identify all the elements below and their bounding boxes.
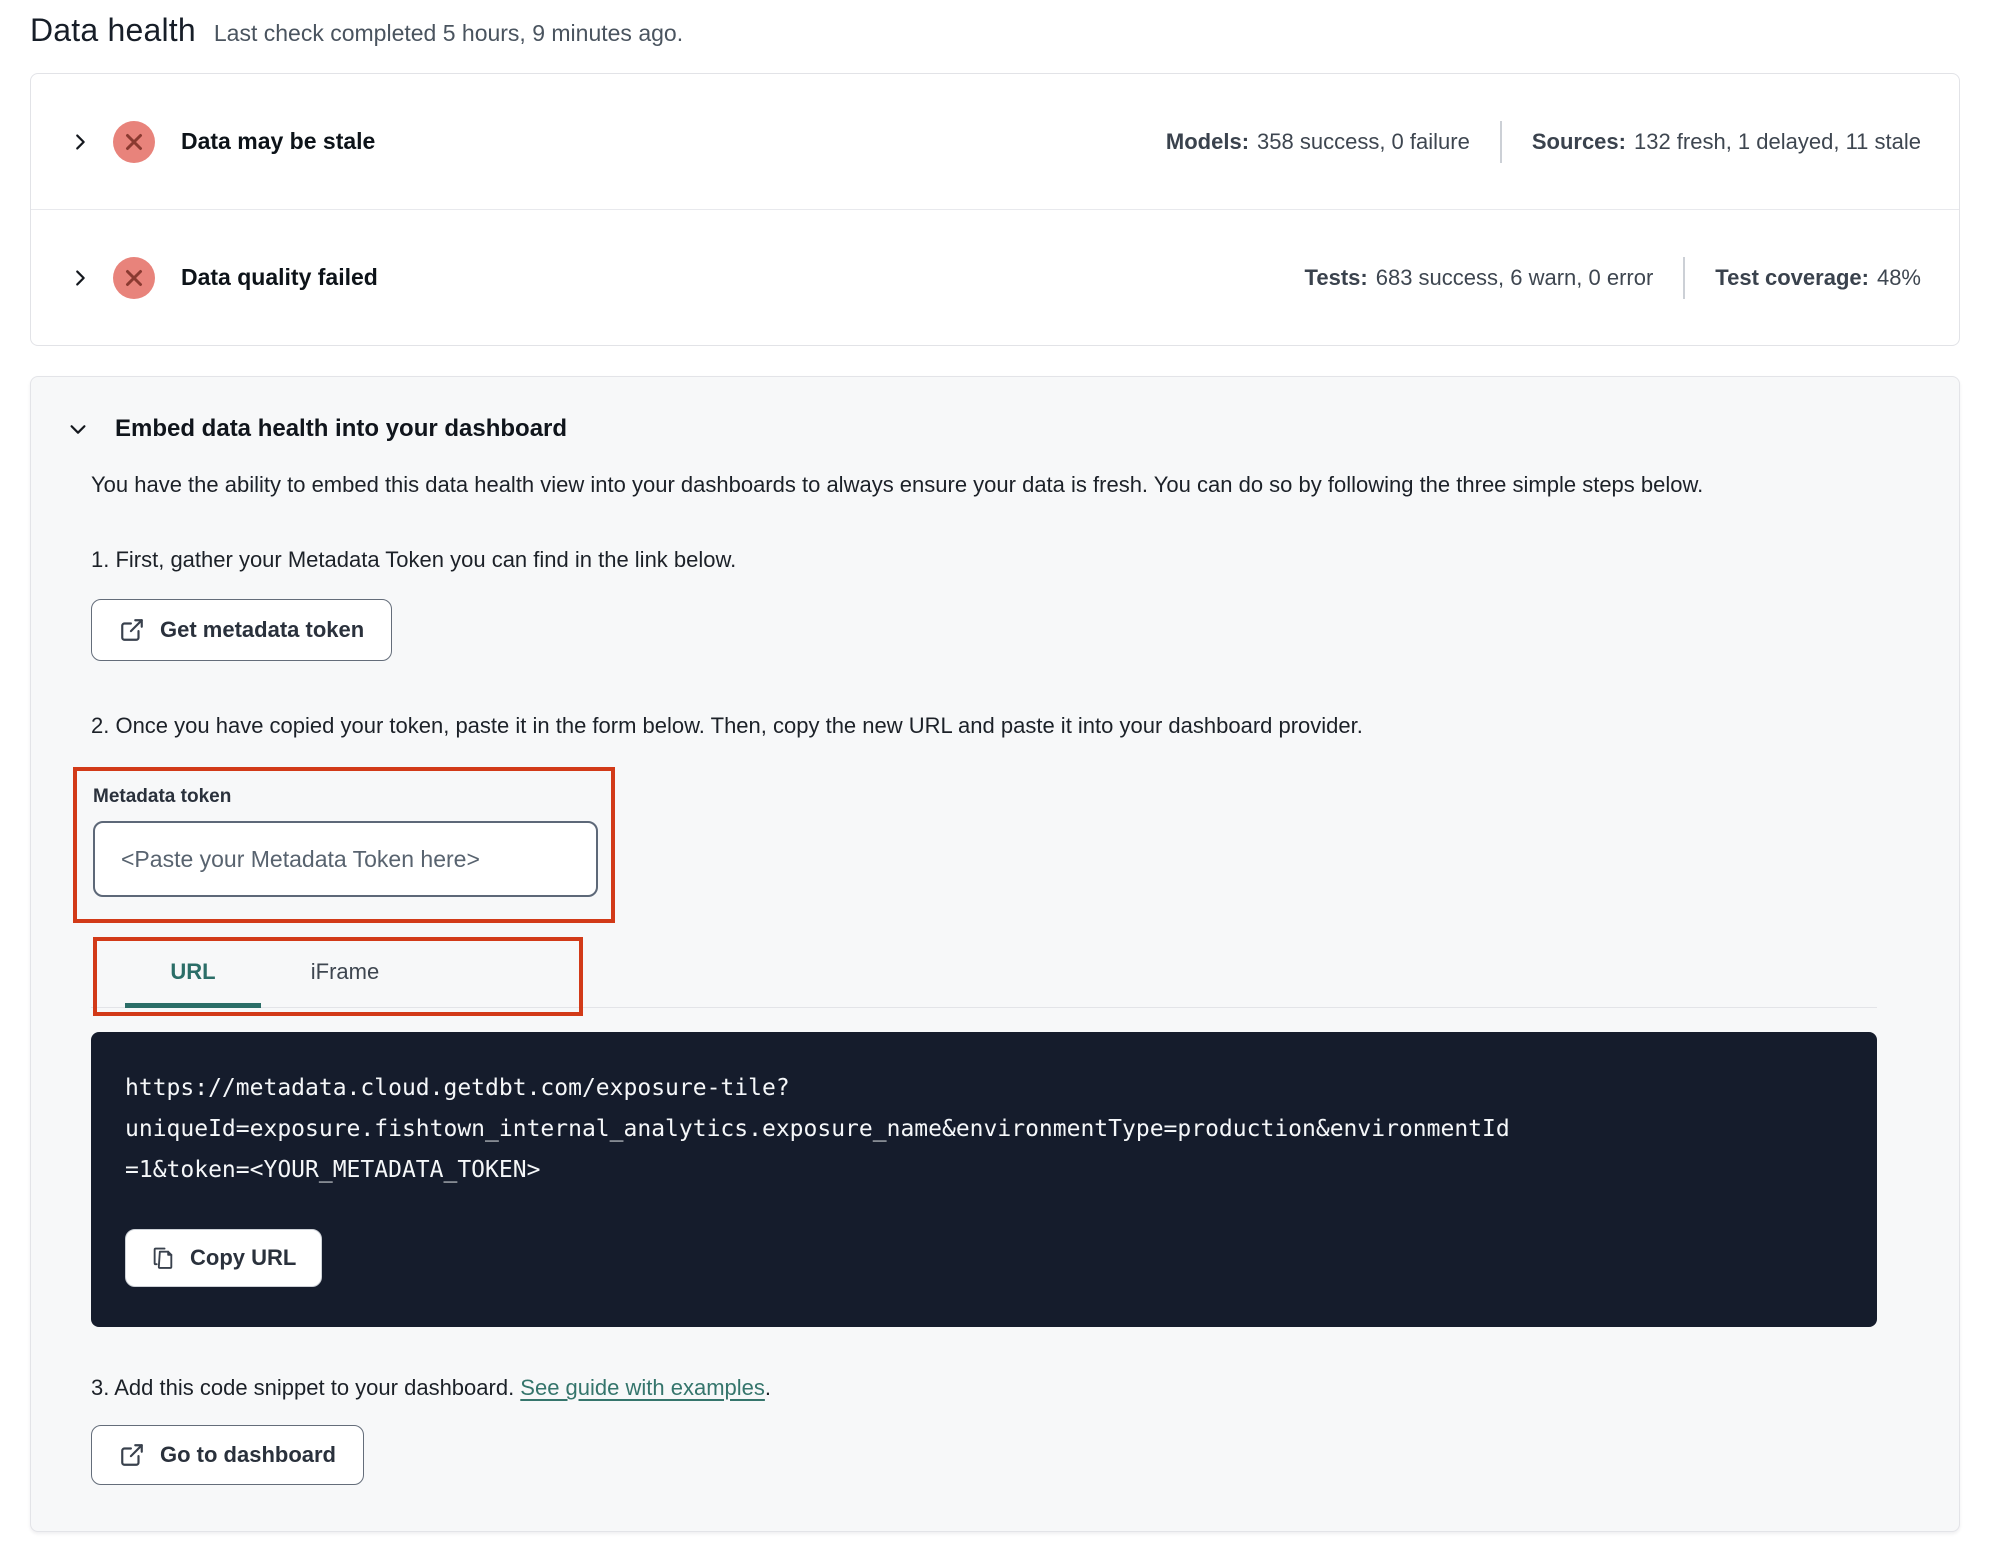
code-line: uniqueId=exposure.fishtown_internal_anal… [125,1116,1510,1142]
get-metadata-token-label: Get metadata token [160,617,365,642]
stat-divider [1683,256,1686,299]
metadata-token-annotation-box: Metadata token [73,767,615,923]
get-metadata-token-button[interactable]: Get metadata token [91,599,393,661]
embed-section-header[interactable]: Embed data health into your dashboard [67,415,1923,443]
chevron-down-icon[interactable] [67,418,89,440]
embed-url-code-block: https://metadata.cloud.getdbt.com/exposu… [91,1032,1877,1327]
tests-stat: Tests: 683 success, 6 warn, 0 error [1305,265,1654,291]
guide-link[interactable]: See guide with examples [520,1375,765,1400]
status-row-data-stale[interactable]: Data may be stale Models: 358 success, 0 … [31,74,1959,209]
test-coverage-stat-label: Test coverage: [1715,264,1869,290]
status-row-title: Data may be stale [181,128,376,154]
error-status-icon [113,256,155,299]
error-status-icon [113,120,155,163]
models-stat-value: 358 success, 0 failure [1257,128,1470,154]
status-card: Data may be stale Models: 358 success, 0 … [30,73,1960,346]
tab-url[interactable]: URL [125,959,261,1008]
step-3-text: 3. Add this code snippet to your dashboa… [91,1375,1923,1401]
data-health-page: Data health Last check completed 5 hours… [0,0,1990,1532]
sources-stat-value: 132 fresh, 1 delayed, 11 stale [1633,128,1921,154]
chevron-right-icon[interactable] [69,131,91,153]
step-2-text: 2. Once you have copied your token, past… [91,713,1363,738]
models-stat-label: Models: [1165,128,1250,154]
code-line: =1&token=<YOUR_METADATA_TOKEN> [125,1157,541,1183]
embed-output-tabs: URL iFrame [91,935,1877,1016]
tests-stat-value: 683 success, 6 warn, 0 error [1375,264,1654,290]
sources-stat: Sources: 132 fresh, 1 delayed, 11 stale [1532,129,1921,155]
sources-stat-label: Sources: [1531,128,1626,154]
last-check-status: Last check completed 5 hours, 9 minutes … [213,20,684,46]
embed-section-title: Embed data health into your dashboard [115,415,568,442]
step-3-prefix: 3. Add this code snippet to your dashboa… [91,1375,521,1400]
chevron-right-icon[interactable] [69,267,91,289]
embed-section-description: You have the ability to embed this data … [91,472,1704,497]
step-3-suffix: . [764,1375,772,1400]
code-line: https://metadata.cloud.getdbt.com/exposu… [125,1075,790,1101]
external-link-icon [121,1444,143,1466]
status-row-left: Data quality failed [69,256,378,299]
status-row-stats: Models: 358 success, 0 failure Sources: 13… [1166,120,1921,163]
tab-iframe[interactable]: iFrame [261,959,429,1008]
models-stat: Models: 358 success, 0 failure [1166,129,1470,155]
status-row-data-quality[interactable]: Data quality failed Tests: 683 success, 6… [31,209,1959,345]
test-coverage-stat: Test coverage: 48% [1715,265,1921,291]
copy-url-button[interactable]: Copy URL [125,1229,323,1287]
metadata-token-label: Metadata token [93,786,232,807]
embed-section-card: Embed data health into your dashboard Yo… [30,376,1960,1532]
page-header: Data health Last check completed 5 hours… [30,12,1960,49]
stat-divider [1499,120,1502,163]
metadata-token-input[interactable] [93,821,598,897]
status-row-stats: Tests: 683 success, 6 warn, 0 error Test … [1305,256,1921,299]
go-to-dashboard-label: Go to dashboard [160,1442,336,1467]
go-to-dashboard-button[interactable]: Go to dashboard [91,1425,364,1485]
copy-url-label: Copy URL [190,1245,297,1270]
status-row-left: Data may be stale [69,120,376,163]
step-1-text: 1. First, gather your Metadata Token you… [91,547,737,572]
test-coverage-stat-value: 48% [1876,264,1921,290]
page-title: Data health [30,12,196,48]
external-link-icon [121,619,143,641]
status-row-title: Data quality failed [181,264,378,290]
tests-stat-label: Tests: [1304,264,1368,290]
tabs-row: URL iFrame [91,935,1877,1008]
copy-icon [153,1247,173,1269]
